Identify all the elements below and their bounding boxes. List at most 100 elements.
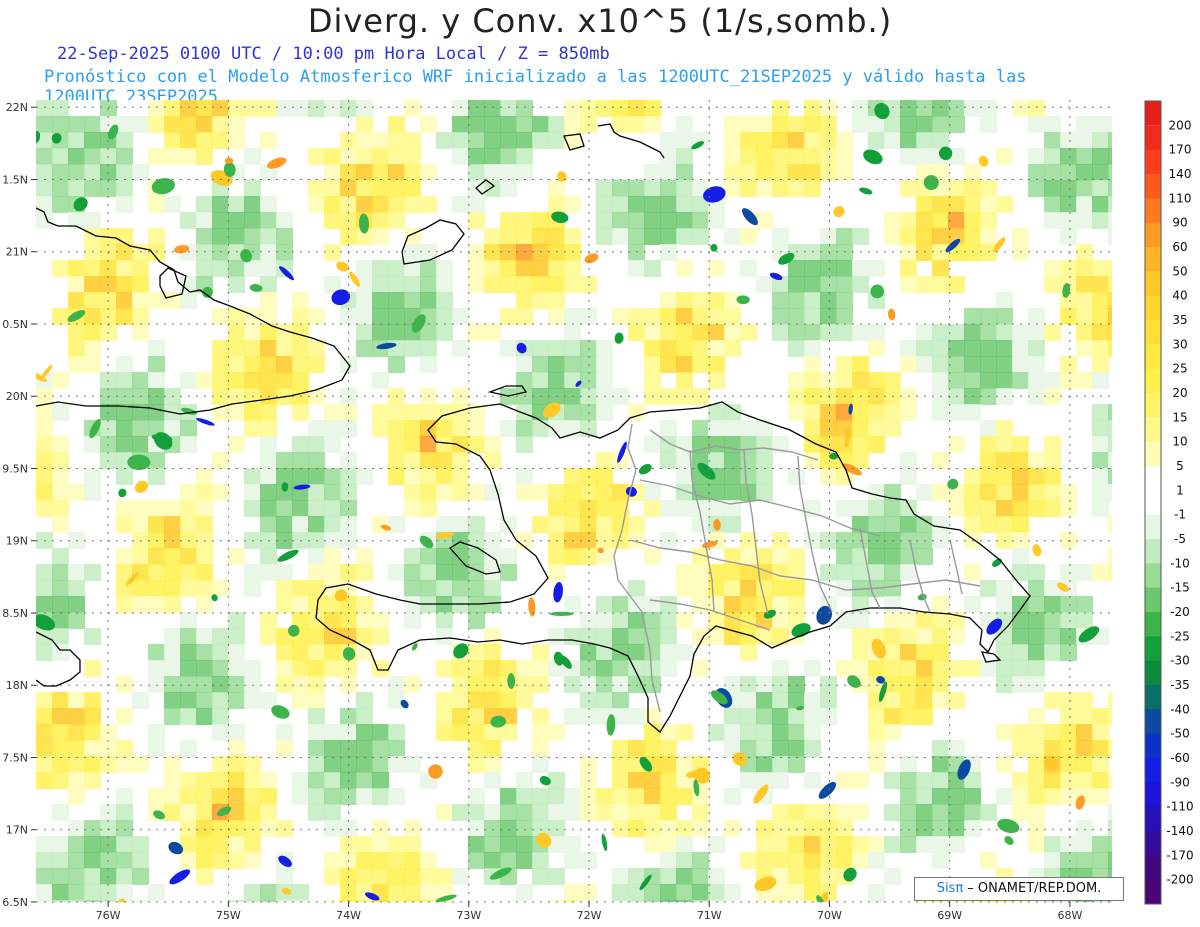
field-cell: [900, 100, 917, 117]
field-cell: [180, 676, 197, 693]
field-cell: [580, 612, 597, 629]
field-cell: [1108, 468, 1112, 485]
field-cell: [228, 548, 245, 565]
field-cell: [724, 452, 741, 469]
field-cell: [772, 884, 789, 901]
field-cell: [788, 340, 805, 357]
colorbar-segment: [1145, 831, 1161, 856]
field-cell: [436, 580, 453, 597]
field-cell: [68, 708, 85, 725]
field-cell: [116, 500, 133, 517]
field-cell: [244, 468, 261, 485]
field-cell: [84, 132, 101, 149]
field-cell: [1108, 196, 1112, 213]
field-cell: [868, 324, 885, 341]
field-cell: [948, 212, 965, 229]
field-cell: [228, 836, 245, 853]
field-cell: [1108, 404, 1112, 421]
field-cell: [660, 308, 677, 325]
field-cell: [660, 756, 677, 773]
field-cell: [932, 788, 949, 805]
field-cell: [996, 292, 1013, 309]
field-cell: [164, 756, 181, 773]
field-cell: [452, 100, 469, 117]
field-cell: [676, 324, 693, 341]
field-cell: [740, 692, 757, 709]
field-cell: [596, 692, 613, 709]
field-cell: [180, 292, 197, 309]
field-cell: [180, 772, 197, 789]
field-cell: [964, 100, 981, 117]
field-cell: [1028, 356, 1045, 373]
field-cell: [820, 692, 837, 709]
field-cell: [820, 420, 837, 437]
field-cell: [1044, 740, 1061, 757]
field-cell: [772, 804, 789, 821]
field-cell: [52, 180, 69, 197]
field-cell: [292, 660, 309, 677]
field-cell: [1012, 804, 1029, 821]
colorbar-label: -90: [1170, 775, 1190, 789]
field-cell: [836, 244, 853, 261]
field-cell: [516, 164, 533, 181]
field-cell: [484, 436, 501, 453]
field-cell: [804, 452, 821, 469]
field-cell: [532, 244, 549, 261]
field-cell: [996, 676, 1013, 693]
field-cell: [1076, 836, 1093, 853]
field-cell: [36, 868, 53, 885]
field-cell: [676, 580, 693, 597]
field-cell: [324, 548, 341, 565]
field-cell: [820, 308, 837, 325]
field-cell: [228, 756, 245, 773]
field-cell: [1060, 372, 1077, 389]
field-cell: [436, 324, 453, 341]
field-cell: [372, 756, 389, 773]
field-cell: [212, 116, 229, 133]
field-cell: [1060, 148, 1077, 165]
field-cell: [852, 276, 869, 293]
field-cell: [132, 116, 149, 133]
field-cell: [708, 356, 725, 373]
field-cell: [372, 196, 389, 213]
colorbar-label: -110: [1166, 800, 1193, 814]
field-cell: [884, 372, 901, 389]
field-cell: [212, 692, 229, 709]
field-cell: [644, 436, 661, 453]
field-cell: [868, 660, 885, 677]
field-cell: [484, 548, 501, 565]
field-cell: [180, 420, 197, 437]
field-cell: [228, 724, 245, 741]
field-cell: [884, 420, 901, 437]
field-cell: [84, 868, 101, 885]
field-cell: [532, 356, 549, 373]
colorbar-label: -140: [1166, 824, 1193, 838]
field-cell: [116, 756, 133, 773]
colorbar-segment: [1145, 855, 1161, 881]
field-cell: [532, 740, 549, 757]
field-cell: [484, 820, 501, 837]
field-cell: [740, 452, 757, 469]
field-cell: [1044, 596, 1061, 613]
field-cell: [756, 148, 773, 165]
field-cell: [500, 724, 517, 741]
field-cell: [1028, 900, 1045, 902]
field-cell: [916, 804, 933, 821]
field-cell: [644, 708, 661, 725]
field-cell: [308, 500, 325, 517]
field-cell: [740, 708, 757, 725]
field-cell: [820, 852, 837, 869]
field-cell: [724, 596, 741, 613]
field-cell: [84, 164, 101, 181]
field-cell: [52, 708, 69, 725]
field-cell: [948, 372, 965, 389]
field-cell: [1028, 484, 1045, 501]
colorbar-segment: [1145, 563, 1161, 589]
field-cell: [516, 292, 533, 309]
field-cell: [484, 804, 501, 821]
field-cell: [948, 324, 965, 341]
field-cell: [500, 260, 517, 277]
field-cell: [724, 708, 741, 725]
field-cell: [260, 436, 277, 453]
field-cell: [820, 292, 837, 309]
